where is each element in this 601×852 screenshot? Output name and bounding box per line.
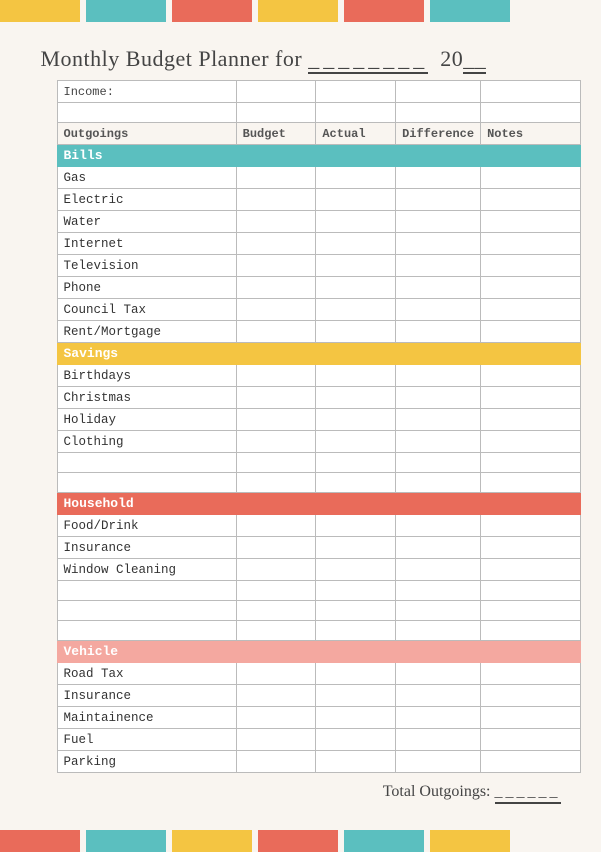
table-row: Fuel xyxy=(57,729,580,751)
col-difference: Difference xyxy=(396,123,481,145)
table-row: Parking xyxy=(57,751,580,773)
budget-table-wrapper: Income: Outgoings Budget Actual Differen… xyxy=(21,80,581,773)
total-outgoings-label: Total Outgoings: xyxy=(383,783,491,804)
top-color-bar xyxy=(0,0,601,22)
table-row xyxy=(57,581,580,601)
table-row: Gas xyxy=(57,167,580,189)
table-row: Television xyxy=(57,255,580,277)
household-label: Household xyxy=(57,493,580,515)
table-row: Phone xyxy=(57,277,580,299)
color-block-1 xyxy=(0,0,80,22)
category-vehicle-header: Vehicle xyxy=(57,641,580,663)
color-block-4 xyxy=(258,0,338,22)
table-row: Internet xyxy=(57,233,580,255)
title-for-line: ________ xyxy=(308,46,428,74)
budget-table: Income: Outgoings Budget Actual Differen… xyxy=(57,80,581,773)
savings-label: Savings xyxy=(57,343,580,365)
column-header-row: Outgoings Budget Actual Difference Notes xyxy=(57,123,580,145)
page-content: Monthly Budget Planner for ________ 20__… xyxy=(21,22,581,830)
color-block-3 xyxy=(172,0,252,22)
title-text: Monthly Budget Planner for xyxy=(41,46,303,71)
table-row: Water xyxy=(57,211,580,233)
page-title: Monthly Budget Planner for ________ 20__ xyxy=(21,32,581,80)
income-row: Income: xyxy=(57,81,580,103)
bills-label: Bills xyxy=(57,145,580,167)
table-row: Insurance xyxy=(57,685,580,707)
category-savings-header: Savings xyxy=(57,343,580,365)
color-block-2 xyxy=(86,0,166,22)
col-actual: Actual xyxy=(316,123,396,145)
income-label: Income: xyxy=(57,81,236,103)
table-row: Road Tax xyxy=(57,663,580,685)
income-difference xyxy=(396,81,481,103)
table-row: Birthdays xyxy=(57,365,580,387)
category-household-header: Household xyxy=(57,493,580,515)
total-outgoings-line: ______ xyxy=(495,783,561,804)
spacer-row-1 xyxy=(57,103,580,123)
table-row xyxy=(57,453,580,473)
total-outgoings-area: Total Outgoings: ______ xyxy=(21,773,581,810)
color-block-6 xyxy=(430,0,510,22)
income-budget xyxy=(236,81,316,103)
vehicle-label: Vehicle xyxy=(57,641,580,663)
col-outgoings: Outgoings xyxy=(57,123,236,145)
col-budget: Budget xyxy=(236,123,316,145)
color-block-5 xyxy=(344,0,424,22)
table-row xyxy=(57,621,580,641)
table-row: Rent/Mortgage xyxy=(57,321,580,343)
table-row xyxy=(57,601,580,621)
table-row: Electric xyxy=(57,189,580,211)
title-year-prefix: 20 xyxy=(440,46,463,71)
category-bills-header: Bills xyxy=(57,145,580,167)
income-actual xyxy=(316,81,396,103)
col-notes: Notes xyxy=(481,123,580,145)
table-row: Window Cleaning xyxy=(57,559,580,581)
income-notes xyxy=(481,81,580,103)
table-row: Maintainence xyxy=(57,707,580,729)
table-row: Clothing xyxy=(57,431,580,453)
table-row: Holiday xyxy=(57,409,580,431)
table-row: Christmas xyxy=(57,387,580,409)
table-row: Food/Drink xyxy=(57,515,580,537)
table-row: Insurance xyxy=(57,537,580,559)
table-row: Council Tax xyxy=(57,299,580,321)
title-year-line: __ xyxy=(463,46,486,74)
table-row xyxy=(57,473,580,493)
